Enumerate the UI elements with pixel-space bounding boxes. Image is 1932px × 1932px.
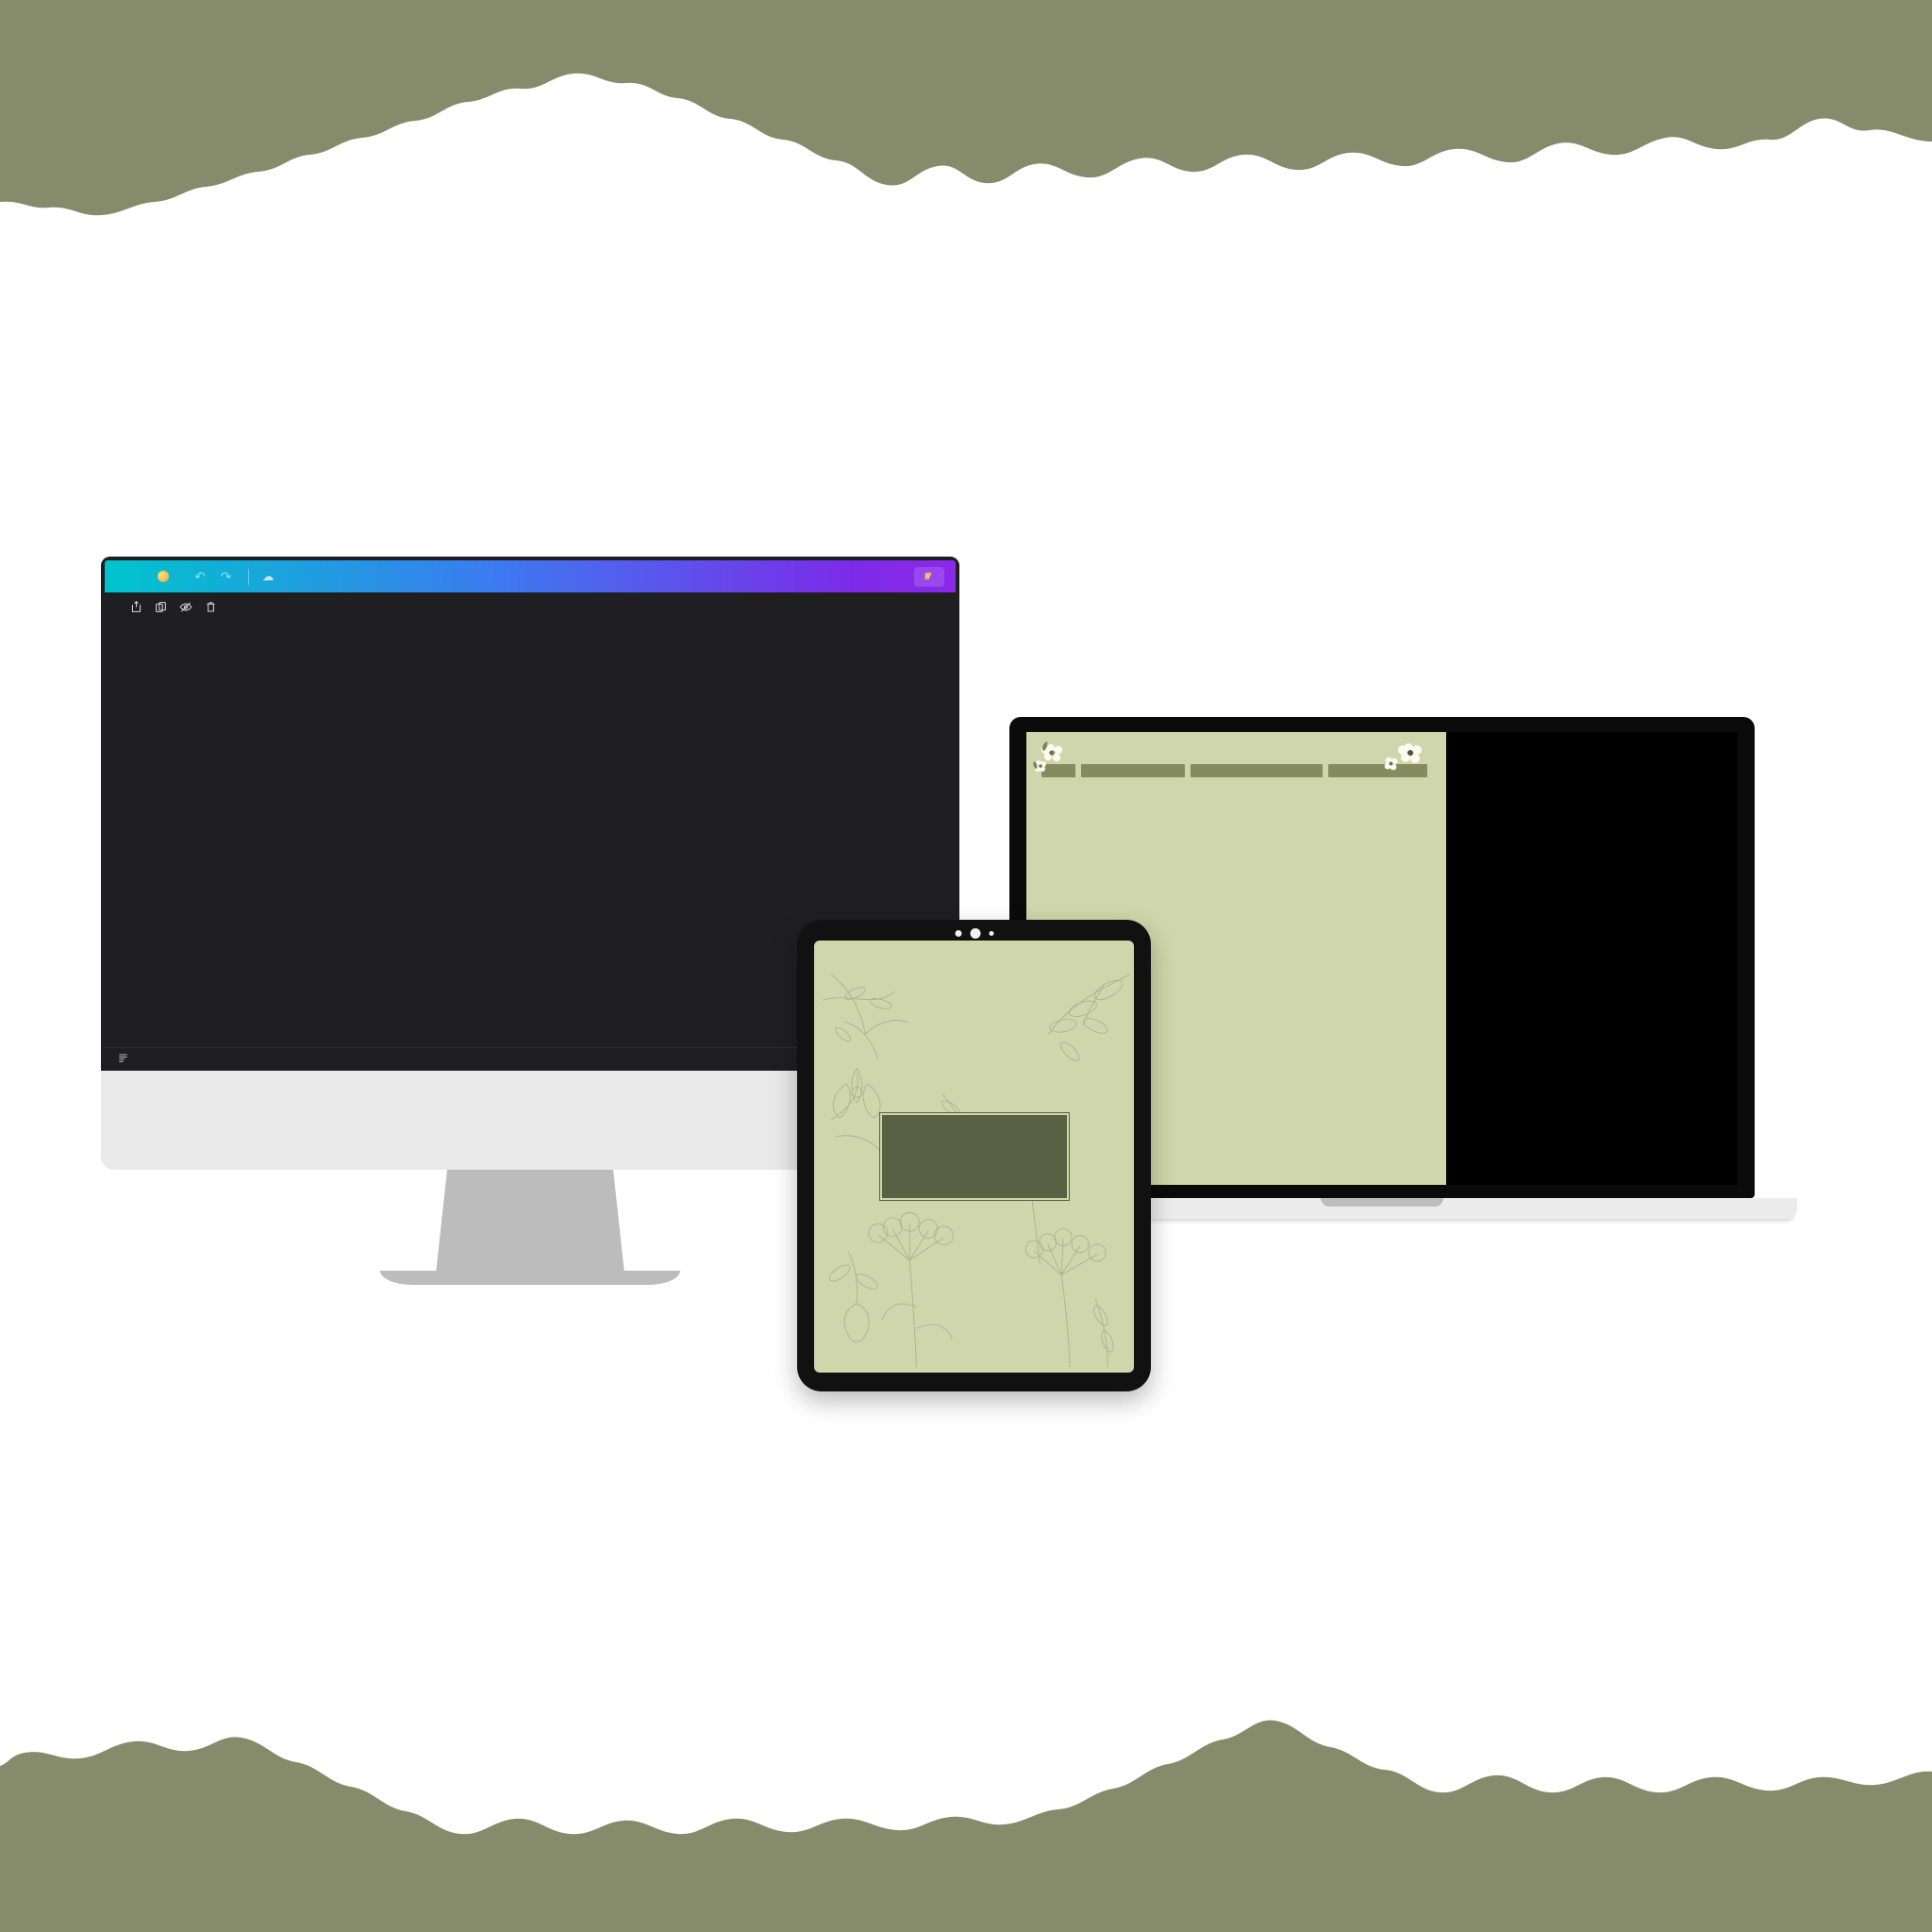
crown-icon: ♕ <box>923 571 931 582</box>
planner-cover-plate <box>878 1112 1070 1201</box>
canva-topbar: ↶ ↷ ☁ ♕ <box>105 560 956 592</box>
add-page-icon[interactable] <box>130 600 142 613</box>
notes-icon[interactable] <box>118 1053 128 1066</box>
page-toolbar <box>105 592 956 621</box>
tablet-sensor-icon <box>955 930 961 937</box>
column-header-image <box>1081 764 1185 777</box>
tablet-camera-cluster <box>955 928 993 939</box>
magic-sparkle-icon <box>158 571 169 582</box>
tablet-screen <box>814 941 1134 1373</box>
try-canva-pro-button[interactable]: ♕ <box>914 566 944 587</box>
duplicate-page-icon[interactable] <box>155 601 167 613</box>
undo-icon[interactable]: ↶ <box>194 569 206 585</box>
tablet-mic-icon <box>989 931 993 936</box>
daisy-decoration-left <box>1033 741 1063 772</box>
laptop-trackpad-notch <box>1321 1198 1443 1207</box>
toolbar-divider <box>248 568 250 585</box>
tablet-body <box>797 920 1151 1391</box>
tablet-mockup <box>797 920 1151 1391</box>
posts-table <box>1041 764 1431 777</box>
bottom-torn-border <box>0 1720 1932 1932</box>
daisy-decoration-right <box>1384 743 1422 771</box>
column-header-caption <box>1191 764 1323 777</box>
footer-text-block <box>0 1481 1932 1540</box>
magic-switch-button[interactable] <box>158 571 174 582</box>
top-torn-border <box>0 0 1932 216</box>
tablet-camera-icon <box>970 928 980 939</box>
redo-icon[interactable]: ↷ <box>221 569 232 585</box>
delete-page-icon[interactable] <box>205 601 217 613</box>
posts-table-header <box>1041 764 1431 777</box>
monitor-stand-neck <box>436 1170 625 1274</box>
hide-page-icon[interactable] <box>179 601 192 613</box>
cloud-sync-icon[interactable]: ☁ <box>262 570 274 583</box>
